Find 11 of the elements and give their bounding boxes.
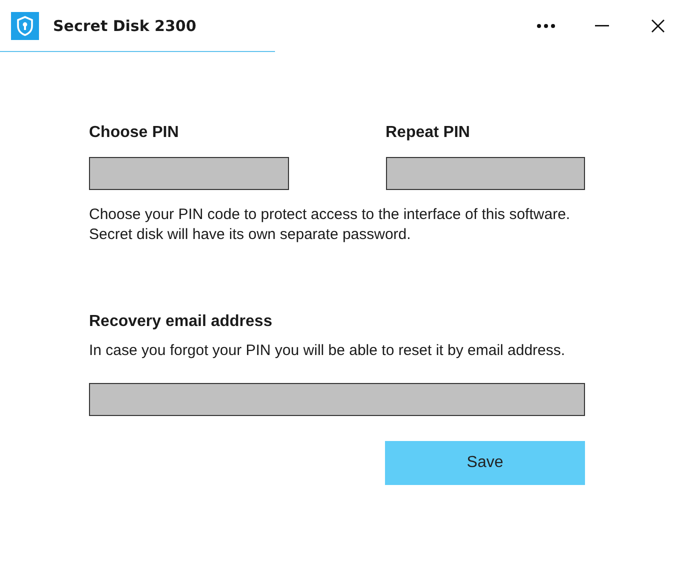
field-label: Recovery email address xyxy=(89,312,274,332)
help-text: In case you forgot your PIN you will be able to reset it by email address. xyxy=(89,341,566,361)
input-field[interactable] xyxy=(386,157,585,190)
help-text: Choose your PIN code to protect access to the interface of this software. Secret disk will have its own separate password. xyxy=(89,205,572,245)
window-title: Secret Disk 2300 xyxy=(53,17,198,35)
save-button[interactable]: Save xyxy=(385,441,585,485)
field-label: Repeat PIN xyxy=(386,123,471,143)
input-field[interactable] xyxy=(89,383,585,416)
input-field[interactable] xyxy=(89,157,288,190)
shield-app-icon xyxy=(11,12,39,40)
field-label: Choose PIN xyxy=(89,123,180,143)
